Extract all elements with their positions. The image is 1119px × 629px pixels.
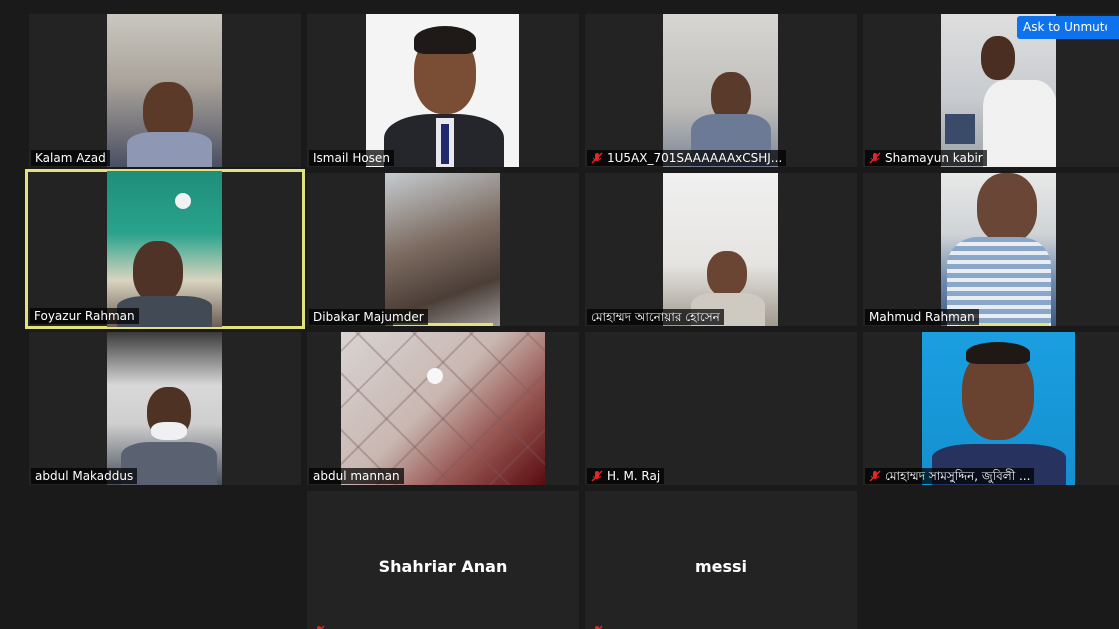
participant-name-label: মোহাম্মদ আনোয়ার হোসেন [587,309,724,325]
participant-tile-abdul-mannan[interactable]: abdul mannan [307,332,579,485]
participant-name: H. M. Raj [607,469,661,483]
participant-name-label: Foyazur Rahman [30,308,139,324]
participant-video [366,14,519,167]
participant-video [941,173,1056,326]
more-options-button[interactable] [1107,16,1119,39]
participant-name: abdul Makaddus [35,469,134,483]
participant-display-name: messi [694,557,748,576]
participant-tile-1u5ax[interactable]: 1U5AX_701SAAAAAAxCSHJ... [585,14,857,167]
participant-name-label: Dibakar Majumder [309,309,428,325]
participant-tile-kalam-azad[interactable]: Kalam Azad [29,14,301,167]
participant-name-label: মোহাম্মদ সামসুদ্দিন, জুবিলী ... [865,468,1035,484]
participant-name: Dibakar Majumder [313,310,424,324]
participant-name-label: Ismail Hosen [309,150,394,166]
participant-name-label: Shamayun kabir [865,150,987,166]
participant-video [107,171,222,327]
participant-video [341,332,545,485]
participant-name: abdul mannan [313,469,400,483]
participant-name-label: Kalam Azad [31,150,110,166]
participant-name: Mahmud Rahman [869,310,975,324]
participant-tile-ismail-hosen[interactable]: Ismail Hosen [307,14,579,167]
participant-name-label: abdul mannan [309,468,404,484]
participant-name-label: 1U5AX_701SAAAAAAxCSHJ... [587,150,787,166]
participant-video [663,14,778,167]
participant-tile-hm-raj[interactable]: H. M. Raj [585,332,857,485]
participant-tile-shahriar-anan[interactable]: Shahriar Anan [307,491,579,629]
muted-mic-icon [869,152,881,164]
participant-tile-dibakar-majumder[interactable]: Dibakar Majumder [307,173,579,326]
participant-tile-mahmud-rahman[interactable]: Mahmud Rahman [863,173,1119,326]
participant-video [663,173,778,326]
ask-to-unmute-button[interactable]: Ask to Unmute [1017,16,1118,39]
participant-tile-anowar-hossain[interactable]: মোহাম্মদ আনোয়ার হোসেন [585,173,857,326]
participant-name-label: abdul Makaddus [31,468,138,484]
muted-mic-icon [869,470,881,482]
participant-name: Kalam Azad [35,151,106,165]
muted-mic-icon [317,625,325,629]
participant-name: Ismail Hosen [313,151,390,165]
muted-mic-icon [595,625,603,629]
participant-video [107,14,222,167]
participant-name-label: Mahmud Rahman [865,309,979,325]
participant-name: মোহাম্মদ আনোয়ার হোসেন [591,310,720,324]
participant-name-label: H. M. Raj [587,468,665,484]
participant-name: Foyazur Rahman [34,309,135,323]
participant-name: Shamayun kabir [885,151,983,165]
participant-name: মোহাম্মদ সামসুদ্দিন, জুবিলী ... [885,469,1031,483]
participant-video [107,332,222,485]
participant-tile-foyazur-rahman[interactable]: Foyazur Rahman [25,169,305,329]
participant-video [922,332,1075,485]
participant-tile-samsuddin[interactable]: মোহাম্মদ সামসুদ্দিন, জুবিলী ... [863,332,1119,485]
muted-mic-icon [591,152,603,164]
participant-display-name: Shahriar Anan [378,557,508,576]
participant-name: 1U5AX_701SAAAAAAxCSHJ... [607,151,783,165]
muted-mic-icon [591,470,603,482]
participant-video [385,173,500,326]
participant-tile-messi[interactable]: messi [585,491,857,629]
participant-tile-abdul-makaddus[interactable]: abdul Makaddus [29,332,301,485]
